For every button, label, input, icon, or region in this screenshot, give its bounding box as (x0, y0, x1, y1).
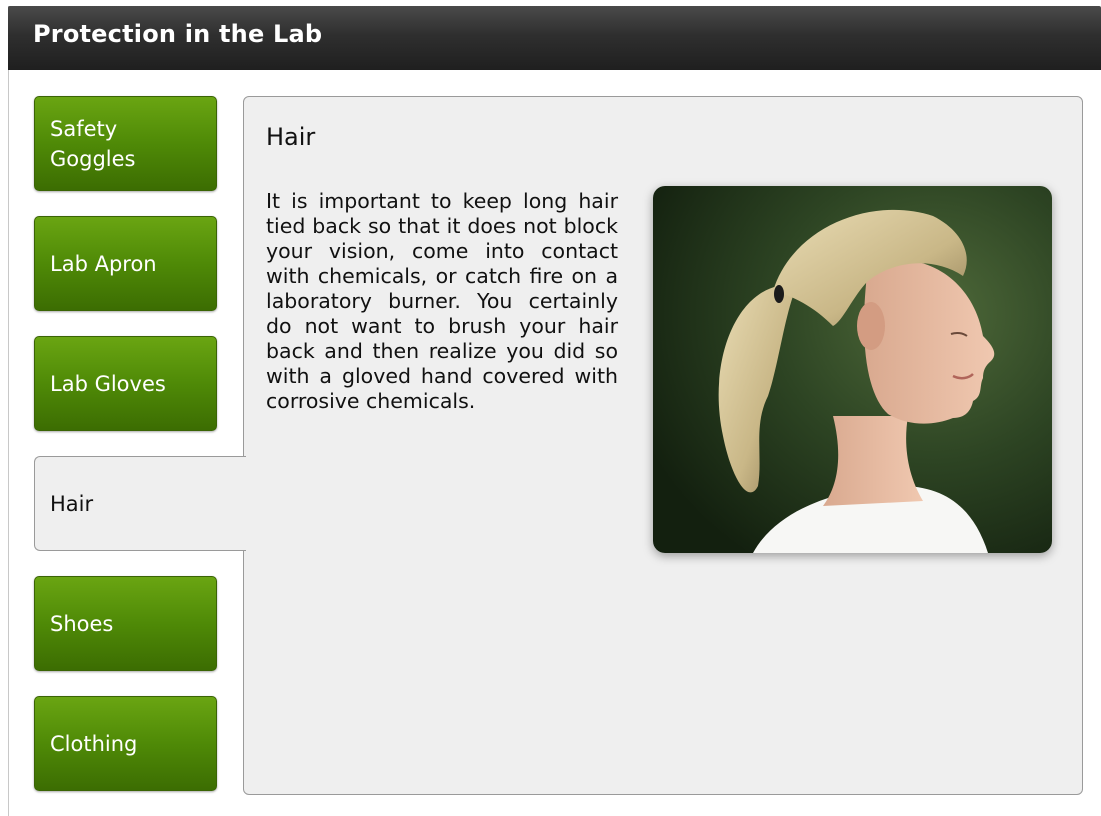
person-ponytail-image (653, 186, 1052, 553)
content-body: It is important to keep long hair tied b… (266, 189, 618, 413)
title-bar: Protection in the Lab (8, 6, 1101, 70)
content-heading: Hair (266, 123, 316, 151)
tab-clothing[interactable]: Clothing (34, 696, 217, 791)
page-title: Protection in the Lab (33, 20, 323, 48)
tab-lab-apron[interactable]: Lab Apron (34, 216, 217, 311)
tab-hair[interactable]: Hair (34, 456, 246, 551)
tab-lab-gloves[interactable]: Lab Gloves (34, 336, 217, 431)
tab-safety-goggles[interactable]: Safety Goggles (34, 96, 217, 191)
content-panel: Hair It is important to keep long hair t… (243, 96, 1083, 795)
tab-shoes[interactable]: Shoes (34, 576, 217, 671)
hair-photo (653, 186, 1052, 553)
